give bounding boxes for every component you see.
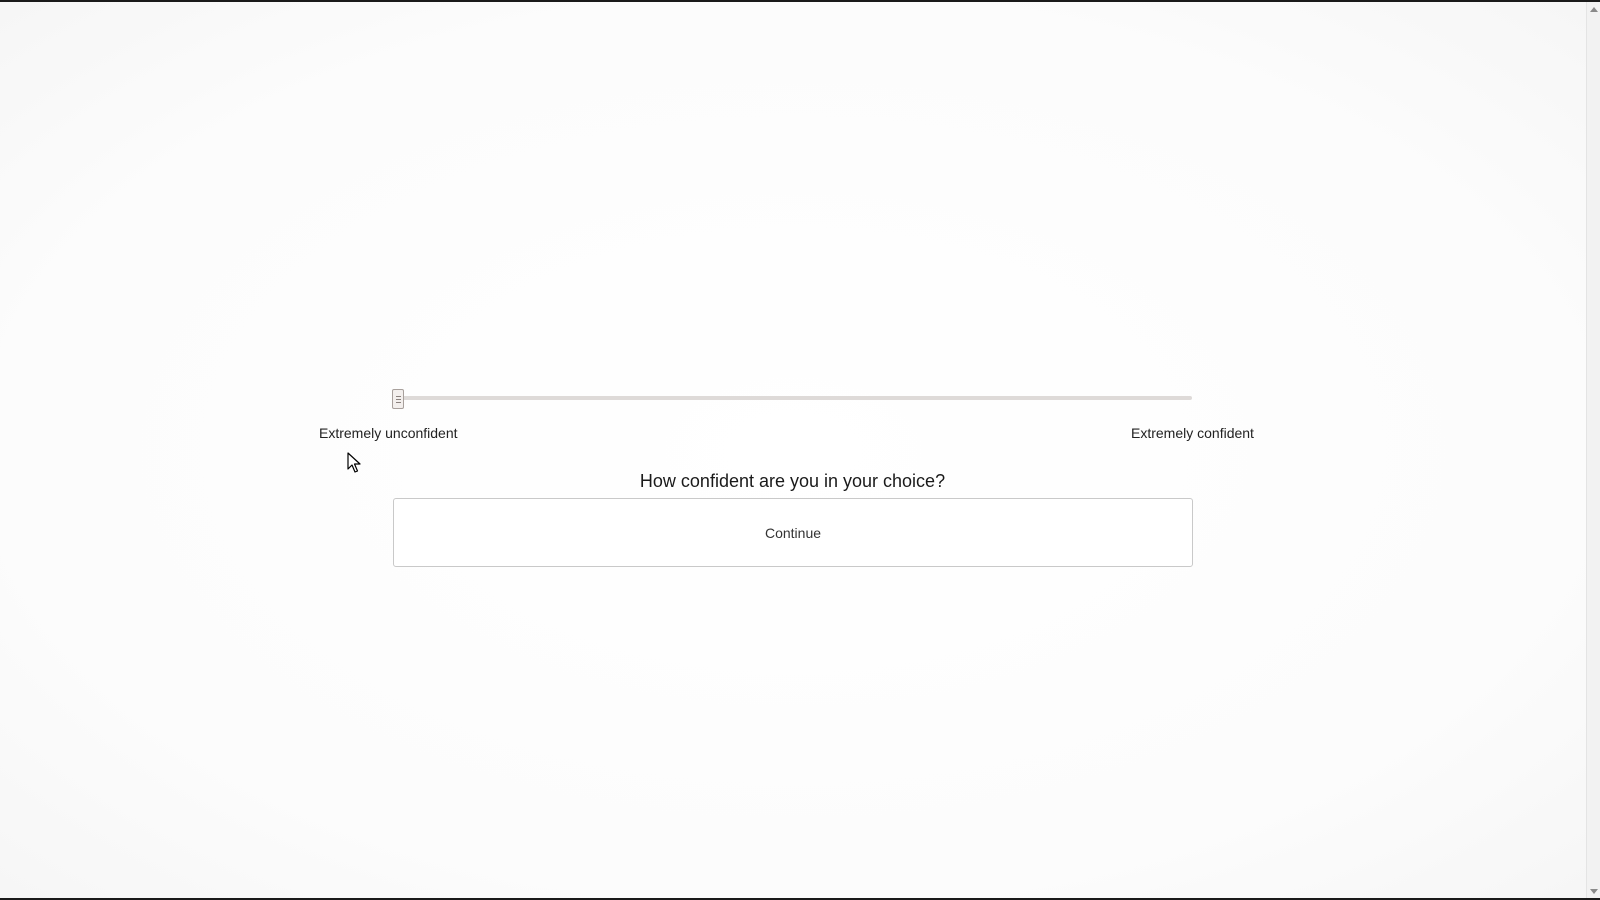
mouse-pointer-icon [347, 452, 361, 473]
confidence-slider-track[interactable] [393, 396, 1192, 400]
confidence-slider-thumb[interactable] [392, 389, 404, 409]
grip-line [395, 395, 401, 397]
chevron-down-icon[interactable] [1587, 884, 1600, 898]
slider-min-label: Extremely unconfident [319, 425, 458, 441]
vertical-scrollbar[interactable] [1586, 2, 1600, 898]
question-text: How confident are you in your choice? [639, 471, 946, 491]
grip-line [395, 401, 401, 403]
grip-line [395, 398, 401, 400]
page-viewport: Extremely unconfident Extremely confiden… [0, 2, 1586, 898]
page-background [0, 2, 1586, 898]
chevron-up-icon[interactable] [1587, 2, 1600, 16]
slider-max-label: Extremely confident [1131, 425, 1254, 441]
continue-button[interactable]: Continue [393, 498, 1193, 567]
